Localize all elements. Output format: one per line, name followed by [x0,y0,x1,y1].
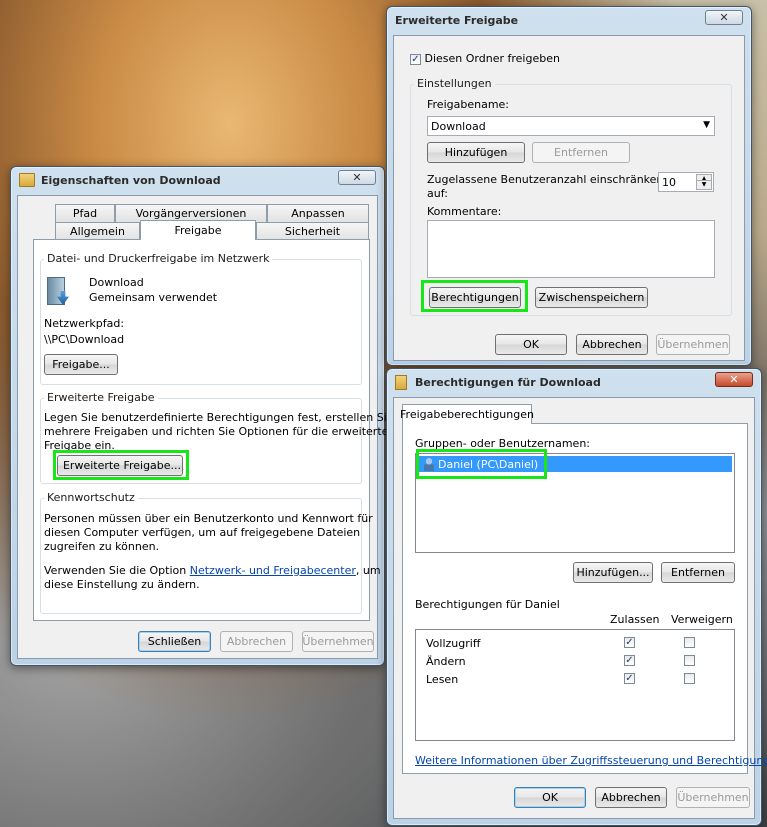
add-share-button[interactable]: Hinzufügen [427,142,525,163]
highlight-advanced-share [53,450,189,480]
tab-freigabeberechtigungen[interactable]: Freigabeberechtigungen [400,404,534,424]
tab-pfad[interactable]: Pfad [55,204,115,222]
permissions-titlebar[interactable]: Berechtigungen für Download [387,369,761,395]
permissions-window: Berechtigungen für Download ✕ Freigabebe… [386,368,767,826]
folder-icon [19,173,35,187]
properties-title: Eigenschaften von Download [41,173,221,187]
info-link[interactable]: Weitere Informationen über Zugriffssteue… [415,754,767,767]
password-desc-4-pre: Verwenden Sie die Option [44,564,190,577]
shared-folder-icon [47,275,71,307]
password-desc-4-post: , um [355,564,381,577]
permission-row: Lesen ✓ [426,671,726,689]
apply-button[interactable]: Übernehmen [676,787,750,808]
close-icon[interactable]: ✕ [715,372,753,387]
permission-row: Vollzugriff ✓ [426,635,726,653]
limit-users-label-1: Zugelassene Benutzeranzahl einschränken [427,173,664,186]
comments-textarea[interactable] [427,220,715,278]
password-desc-3: zugreifen zu können. [44,540,160,553]
advanced-share-client: ✓ Diesen Ordner freigeben Einstellungen … [393,35,745,361]
ok-button[interactable]: OK [514,787,586,808]
permissions-list: Vollzugriff ✓ Ändern ✓ Lesen ✓ [415,629,735,741]
share-folder-checkbox-label: Diesen Ordner freigeben [424,52,560,65]
permissions-tab-panel: Gruppen- oder Benutzernamen: Daniel (PC\… [402,423,767,774]
allow-checkbox[interactable]: ✓ [624,655,635,666]
password-desc-4: Verwenden Sie die Option Netzwerk- und F… [44,564,381,577]
tab-anpassen[interactable]: Anpassen [267,204,369,222]
limit-users-label-2: auf: [427,187,448,200]
close-icon[interactable]: ✕ [705,10,743,25]
allow-checkbox[interactable]: ✓ [624,637,635,648]
network-center-link[interactable]: Netzwerk- und Freigabecenter [190,564,356,577]
close-icon[interactable]: ✕ [338,170,376,185]
network-share-group-label: Datei- und Druckerfreigabe im Netzwerk [44,252,273,265]
deny-checkbox[interactable] [684,655,695,666]
apply-button[interactable]: Übernehmen [302,631,374,652]
password-desc-5: diese Einstellung zu ändern. [44,578,200,591]
advanced-share-title: Erweiterte Freigabe [395,13,519,27]
allow-checkbox[interactable]: ✓ [624,673,635,684]
add-user-button[interactable]: Hinzufügen... [573,562,653,583]
deny-checkbox[interactable] [684,673,695,684]
advanced-share-desc-2: mehrere Freigaben und richten Sie Option… [44,425,389,438]
tab-freigabe[interactable]: Freigabe [140,220,256,240]
comments-label: Kommentare: [427,205,502,218]
properties-titlebar[interactable]: Eigenschaften von Download [11,167,384,193]
share-button[interactable]: Freigabe... [44,354,118,375]
remove-share-button[interactable]: Entfernen [532,142,630,163]
share-folder-checkbox[interactable]: ✓ Diesen Ordner freigeben [410,52,560,65]
password-group-label: Kennwortschutz [44,491,138,504]
cancel-button[interactable]: Abbrechen [220,631,293,652]
password-desc-1: Personen müssen über ein Benutzerkonto u… [44,512,373,525]
properties-window: Eigenschaften von Download ✕ Pfad Vorgän… [10,166,394,666]
properties-client: Pfad Vorgängerversionen Anpassen Allgeme… [17,195,394,659]
limit-users-spinner[interactable]: 10 ▲ ▼ [658,172,714,192]
folder-icon [395,374,407,390]
permissions-title: Berechtigungen für Download [415,375,601,389]
permission-name: Vollzugriff [426,637,481,650]
deny-checkbox[interactable] [684,637,695,648]
permission-name: Lesen [426,673,459,686]
cancel-button[interactable]: Abbrechen [595,787,667,808]
advanced-share-desc-1: Legen Sie benutzerdefinierte Berechtigun… [44,411,394,424]
chevron-down-icon: ▼ [703,120,710,130]
share-name-dropdown[interactable]: Download ▼ [427,116,715,136]
allow-column-header: Zulassen [610,613,660,626]
permission-row: Ändern ✓ [426,653,726,671]
share-name-value: Download [431,119,486,133]
permissions-for-label: Berechtigungen für Daniel [415,598,560,611]
advanced-share-group-label: Erweiterte Freigabe [44,391,158,404]
ok-button[interactable]: OK [495,334,567,355]
settings-group-label: Einstellungen [414,77,495,90]
share-name: Download [89,276,144,289]
highlight-permissions [421,280,528,312]
cancel-button[interactable]: Abbrechen [576,334,648,355]
password-desc-2: diesen Computer verfügen, um auf freigeg… [44,526,361,539]
limit-users-value: 10 [662,175,676,189]
permissions-client: Freigabeberechtigungen Gruppen- oder Ben… [393,397,767,819]
highlight-user [416,449,547,479]
checkbox-icon[interactable]: ✓ [410,53,421,65]
share-name-label: Freigabename: [427,98,510,111]
tab-sicherheit[interactable]: Sicherheit [256,222,369,240]
deny-column-header: Verweigern [671,613,733,626]
spinner-down-icon[interactable]: ▼ [696,180,712,190]
remove-user-button[interactable]: Entfernen [661,562,735,583]
cache-button[interactable]: Zwischenspeichern [535,287,648,308]
apply-button[interactable]: Übernehmen [656,334,730,355]
netpath-value: \\PC\Download [44,333,125,346]
close-button[interactable]: Schließen [138,631,211,652]
advanced-share-window: Erweiterte Freigabe ✕ ✓ Diesen Ordner fr… [386,6,752,366]
tab-allgemein[interactable]: Allgemein [55,222,140,240]
tab-panel: Datei- und Druckerfreigabe im Netzwerk D… [33,239,394,621]
share-status: Gemeinsam verwendet [89,291,218,304]
advanced-share-titlebar[interactable]: Erweiterte Freigabe [387,7,751,33]
permission-name: Ändern [426,655,466,668]
netpath-label: Netzwerkpfad: [44,317,125,330]
